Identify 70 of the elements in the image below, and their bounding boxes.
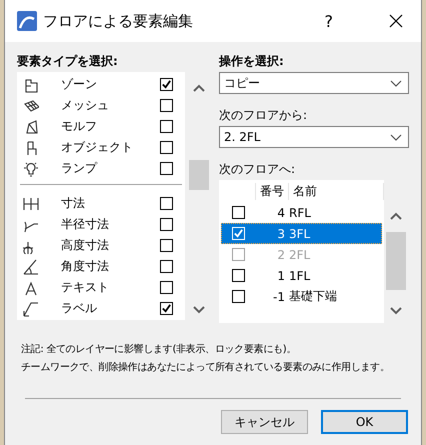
scroll-up-icon[interactable] bbox=[390, 212, 402, 220]
element-type-label: テキスト bbox=[61, 279, 110, 296]
window-title: フロアによる要素編集 bbox=[43, 12, 194, 30]
note-text: 注記: 全てのレイヤーに影響します(非表示、ロック要素にも)。 bbox=[21, 342, 296, 357]
dimension-icon bbox=[23, 196, 39, 212]
table-cell: 1FL bbox=[289, 268, 310, 282]
table-cell-text: 1 bbox=[276, 268, 285, 282]
floor-plan-icon bbox=[23, 76, 39, 92]
scroll-thumb[interactable] bbox=[189, 160, 209, 190]
checkbox[interactable] bbox=[232, 269, 245, 282]
help-button[interactable]: ? bbox=[320, 12, 337, 30]
checkbox[interactable] bbox=[160, 162, 173, 175]
element-type-label: 高度寸法 bbox=[61, 237, 110, 254]
element-type-label: メッシュ bbox=[61, 97, 110, 114]
column-header[interactable]: 番号 bbox=[255, 182, 288, 200]
checkbox[interactable] bbox=[160, 239, 173, 252]
scroll-thumb[interactable] bbox=[386, 232, 406, 290]
checkbox[interactable] bbox=[160, 197, 173, 210]
checkbox[interactable] bbox=[232, 206, 245, 219]
table-cell: 2FL bbox=[289, 248, 310, 262]
close-icon[interactable] bbox=[389, 14, 403, 28]
checkbox[interactable] bbox=[160, 78, 173, 91]
ok-button[interactable]: OK bbox=[321, 410, 408, 434]
element-type-label: ゾーン bbox=[61, 76, 98, 93]
table-cell-text: 4 bbox=[276, 206, 285, 220]
checkbox[interactable] bbox=[160, 120, 173, 133]
checkbox[interactable] bbox=[232, 290, 245, 303]
checkbox[interactable] bbox=[160, 141, 173, 154]
text-tool-icon bbox=[23, 280, 39, 296]
operation-dropdown[interactable]: コピー bbox=[219, 72, 409, 94]
column-header[interactable]: 名前 bbox=[288, 182, 384, 200]
checkbox[interactable] bbox=[160, 260, 173, 273]
element-type-label: 半径寸法 bbox=[61, 216, 110, 233]
element-type-label: オブジェクト bbox=[61, 139, 134, 156]
cancel-button[interactable]: キャンセル bbox=[221, 410, 308, 434]
element-type-label: モルフ bbox=[61, 118, 98, 135]
floor-row[interactable]: -1 基礎下端 bbox=[221, 286, 382, 307]
element-type-label: 寸法 bbox=[61, 195, 86, 212]
section-label: 操作を選択: bbox=[219, 53, 285, 70]
label-arrow-icon bbox=[23, 300, 39, 316]
table-cell-text: 3 bbox=[276, 226, 285, 240]
floor-row[interactable]: 3 3FL bbox=[221, 223, 382, 244]
app-logo-icon bbox=[17, 11, 37, 31]
chevron-down-icon bbox=[390, 80, 402, 86]
table-cell-text: 2 bbox=[276, 248, 285, 262]
scroll-up-icon[interactable] bbox=[193, 84, 205, 92]
note-text: チームワークで、削除操作はあなたによって所有されている要素のみに作用します。 bbox=[21, 360, 390, 375]
lightbulb-icon bbox=[23, 160, 39, 176]
field-label: 次のフロアへ: bbox=[219, 161, 296, 178]
table-cell: 基礎下端 bbox=[289, 288, 337, 305]
scroll-down-icon[interactable] bbox=[390, 307, 402, 315]
floor-row[interactable]: 4 RFL bbox=[221, 202, 382, 223]
table-cell: RFL bbox=[289, 206, 311, 220]
checkbox[interactable] bbox=[160, 99, 173, 112]
field-label: 次のフロアから: bbox=[219, 107, 308, 124]
checkbox[interactable] bbox=[160, 281, 173, 294]
checkbox[interactable] bbox=[160, 218, 173, 231]
floor-row[interactable]: 1 1FL bbox=[221, 265, 382, 286]
angle-icon bbox=[23, 258, 39, 274]
mesh-icon bbox=[23, 98, 39, 114]
scroll-down-icon[interactable] bbox=[193, 306, 205, 314]
chevron-down-icon bbox=[390, 134, 402, 140]
checkbox[interactable] bbox=[160, 302, 173, 315]
element-type-label: ラベル bbox=[61, 300, 98, 317]
table-cell-text: -1 bbox=[272, 290, 285, 304]
floor-dropdown[interactable]: 2. 2FL bbox=[219, 126, 409, 148]
table-cell: 3FL bbox=[289, 226, 310, 240]
element-type-label: 角度寸法 bbox=[61, 258, 110, 275]
section-label: 要素タイプを選択: bbox=[17, 53, 119, 70]
element-type-label: ランプ bbox=[61, 160, 98, 177]
